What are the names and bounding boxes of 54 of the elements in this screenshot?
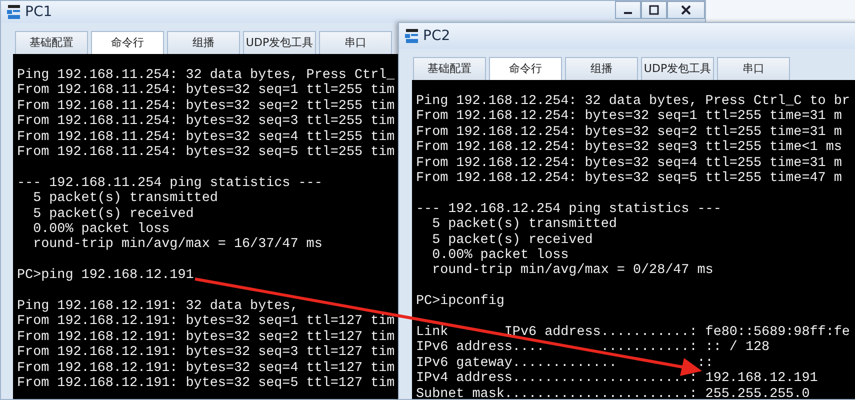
console-line: From 192.168.12.254: bytes=32 seq=2 ttl=255 time=31 m [416, 124, 842, 140]
tab[interactable]: UDP发包工具 [641, 57, 714, 80]
console-line: PC>ping 192.168.12.191 [17, 268, 194, 284]
tab[interactable]: 组播 [565, 57, 638, 80]
console-line: From 192.168.12.191: bytes=32 seq=1 ttl=127 tim [17, 314, 395, 330]
console-line: IPv4 address......................: 192.168.12.191 [416, 371, 818, 387]
console-line: --- 192.168.11.254 ping statistics --- [17, 176, 322, 191]
console-line: 5 packet(s) transmitted [32, 191, 218, 207]
maximize-icon [649, 5, 659, 15]
console-line: From 192.168.11.254: bytes=32 seq=2 ttl=255 tim [17, 98, 395, 114]
window-title: PC1 [25, 2, 52, 22]
console-line: Ping 192.168.11.254: 32 data bytes, Press Ctrl_ [17, 68, 395, 83]
console-line: Ping 192.168.12.191: 32 data bytes, [17, 299, 298, 314]
console-line: 0.00% packet loss [431, 248, 569, 264]
tab[interactable]: 串口 [717, 57, 790, 80]
tab[interactable]: 组播 [167, 31, 240, 54]
console-line: Subnet mask.......................: 255.255.255.0 [416, 386, 810, 399]
console-line: 0.00% packet loss [32, 222, 170, 238]
window-title: PC2 [423, 26, 450, 46]
console-line: From 192.168.12.254: bytes=32 seq=4 ttl=255 time=31 m [416, 156, 842, 171]
close-button[interactable] [667, 1, 705, 19]
console-line: 5 packet(s) transmitted [431, 217, 617, 233]
console-line: From 192.168.12.254: bytes=32 seq=1 ttl=255 time=31 m [416, 109, 842, 125]
console-line: IPv6 address.... ...........: :: / 128 [416, 340, 770, 356]
console-line: round-trip min/avg/max = 16/37/47 ms [32, 237, 322, 253]
console-line: From 192.168.12.191: bytes=32 seq=4 ttl=127 tim [17, 360, 395, 376]
console-line: From 192.168.11.254: bytes=32 seq=1 ttl=255 tim [17, 83, 395, 99]
console-line: IPv6 gateway............. :: [416, 356, 714, 371]
console-line: PC>ipconfig [416, 294, 504, 310]
console-line: From 192.168.12.191: bytes=32 seq=2 ttl=127 tim [17, 330, 395, 345]
console-line: From 192.168.11.254: bytes=32 seq=5 ttl=255 tim [17, 145, 395, 160]
window-icon [405, 28, 419, 44]
tab[interactable]: 命令行 [91, 31, 164, 54]
tab[interactable]: UDP发包工具 [243, 31, 316, 54]
window-icon [7, 4, 21, 20]
tab[interactable]: 基础配置 [15, 31, 88, 54]
minimize-button[interactable] [615, 1, 641, 19]
close-icon [681, 5, 691, 15]
console-line: From 192.168.12.254: bytes=32 seq=3 ttl=255 time<1 ms [416, 140, 842, 156]
console-line: Ping 192.168.12.254: 32 data bytes, Press Ctrl_C to br [416, 94, 850, 109]
console-line: 5 packet(s) received [431, 232, 593, 248]
console-line: round-trip min/avg/max = 0/28/47 ms [431, 263, 714, 279]
console-line: From 192.168.11.254: bytes=32 seq=3 ttl=255 tim [17, 114, 395, 130]
console-line: From 192.168.11.254: bytes=32 seq=4 ttl=255 tim [17, 130, 395, 145]
maximize-button[interactable] [641, 1, 667, 19]
tab[interactable]: 命令行 [489, 57, 562, 80]
console-line: --- 192.168.12.254 ping statistics --- [416, 202, 722, 217]
tab[interactable]: 串口 [319, 31, 392, 54]
console-line: 5 packet(s) received [32, 206, 194, 222]
console-line: From 192.168.12.254: bytes=32 seq=5 ttl=255 time=47 m [416, 171, 842, 186]
minimize-icon [624, 12, 632, 14]
console-line: From 192.168.12.191: bytes=32 seq=3 ttl=127 tim [17, 345, 395, 361]
console-line: From 192.168.12.191: bytes=32 seq=5 ttl=127 tim [17, 376, 395, 392]
tab[interactable]: 基础配置 [413, 57, 486, 80]
